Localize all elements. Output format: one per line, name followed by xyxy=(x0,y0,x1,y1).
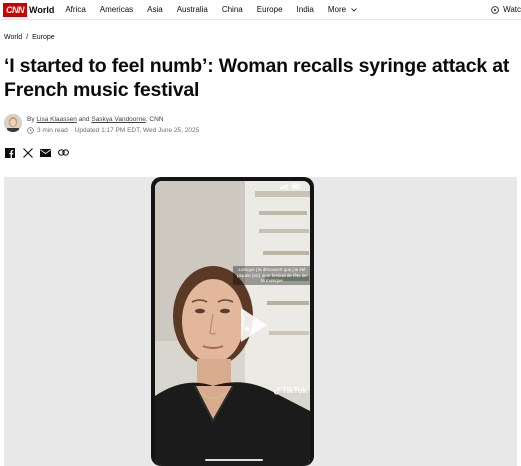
facebook-icon[interactable] xyxy=(4,147,15,158)
play-circle-icon xyxy=(491,5,499,14)
video-player[interactable]: Lorsque j’ai découvert que j’ai été piqu… xyxy=(4,177,517,466)
tiktok-watermark: TikTok xyxy=(274,386,307,395)
byline: By Lisa Klaassen and Saskya Vandoorne, C… xyxy=(27,116,164,123)
author-link-1[interactable]: Lisa Klaassen xyxy=(36,116,76,123)
nav-link-china[interactable]: China xyxy=(222,5,243,14)
share-bar xyxy=(4,147,69,158)
updated-timestamp: · Updated 1:17 PM EDT, Wed June 25, 2025 xyxy=(70,127,200,134)
nav-link-australia[interactable]: Australia xyxy=(177,5,208,14)
video-frame: Lorsque j’ai découvert que j’ai été piqu… xyxy=(155,181,310,466)
breadcrumb-separator: / xyxy=(26,34,29,41)
nav-links: Africa Americas Asia Australia China Eur… xyxy=(65,5,371,14)
link-icon[interactable] xyxy=(58,147,69,158)
video-phone-frame: Lorsque j’ai découvert que j’ai été piqu… xyxy=(151,177,314,466)
byline-prefix: By xyxy=(27,116,37,123)
signal-battery-icon xyxy=(280,183,301,189)
nav-more-button[interactable]: More xyxy=(327,5,358,14)
x-icon[interactable] xyxy=(22,147,33,158)
article-meta: 3 min read · Updated 1:17 PM EDT, Wed Ju… xyxy=(27,127,199,134)
cnn-logo[interactable]: CNN xyxy=(3,2,27,17)
breadcrumb-europe[interactable]: Europe xyxy=(32,34,55,41)
home-indicator xyxy=(205,459,263,461)
nav-link-asia[interactable]: Asia xyxy=(147,5,163,14)
tiktok-label: TikTok xyxy=(281,386,307,395)
article-headline: ‘I started to feel numb’: Woman recalls … xyxy=(4,55,510,101)
more-label: More xyxy=(327,5,347,14)
nav-link-africa[interactable]: Africa xyxy=(65,5,85,14)
chevron-down-icon xyxy=(351,8,358,12)
byline-and: and xyxy=(76,116,92,123)
play-button-icon[interactable] xyxy=(233,306,271,344)
read-time: 3 min read xyxy=(37,127,68,134)
watch-button[interactable]: Watc xyxy=(491,0,521,19)
author-avatar xyxy=(4,114,22,132)
nav-link-europe[interactable]: Europe xyxy=(257,5,283,14)
email-icon[interactable] xyxy=(40,147,51,158)
video-caption: Lorsque j’ai découvert que j’ai été piqu… xyxy=(233,266,310,285)
nav-link-americas[interactable]: Americas xyxy=(100,5,133,14)
author-link-2[interactable]: Saskya Vandoorne xyxy=(91,116,145,123)
phone-status-bar xyxy=(155,181,310,191)
nav-link-india[interactable]: India xyxy=(297,5,314,14)
byline-suffix: , CNN xyxy=(145,116,164,123)
breadcrumb-world[interactable]: World xyxy=(4,34,22,41)
section-name[interactable]: World xyxy=(29,5,54,15)
tiktok-icon xyxy=(274,386,281,395)
top-nav: CNN World Africa Americas Asia Australia… xyxy=(0,0,521,20)
clock-icon xyxy=(27,127,34,134)
watch-label: Watc xyxy=(503,5,521,14)
breadcrumb: World / Europe xyxy=(4,34,55,41)
